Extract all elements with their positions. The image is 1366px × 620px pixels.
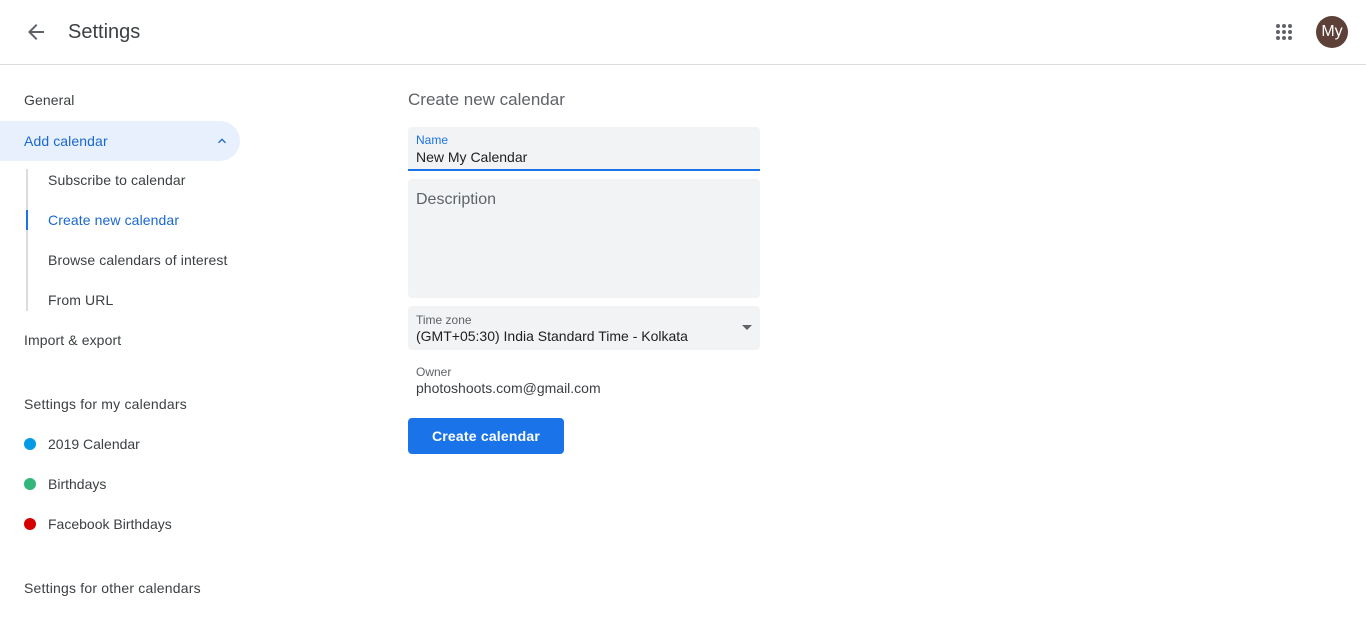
other-calendars-heading: Settings for other calendars — [24, 580, 201, 596]
chevron-up-icon — [218, 138, 226, 144]
description-placeholder: Description — [416, 191, 497, 208]
sidebar-subitem-browse[interactable]: Browse calendars of interest — [28, 240, 260, 280]
owner-value: photoshoots.com@gmail.com — [416, 380, 601, 396]
timezone-label: Time zone — [416, 313, 472, 327]
sidebar-item-label: Import & export — [24, 332, 122, 348]
caret-down-icon — [742, 325, 752, 330]
owner-label: Owner — [416, 365, 452, 379]
calendar-item-label: Facebook Birthdays — [48, 516, 172, 532]
sidebar-item-label: General — [24, 92, 75, 108]
description-field[interactable]: Description — [408, 179, 760, 298]
sidebar-subitem-label: Create new calendar — [48, 212, 180, 228]
sidebar-subitem-label: Browse calendars of interest — [48, 252, 228, 268]
name-field-label: Name — [416, 133, 449, 147]
apps-button[interactable] — [1264, 12, 1304, 52]
calendar-item-label: Birthdays — [48, 476, 107, 492]
calendar-color-dot — [24, 478, 36, 490]
calendar-item-label: 2019 Calendar — [48, 436, 140, 452]
create-calendar-button[interactable]: Create calendar — [408, 418, 564, 454]
avatar[interactable]: My — [1316, 16, 1348, 48]
name-field[interactable]: Name New My Calendar — [408, 127, 760, 171]
calendar-color-dot — [24, 438, 36, 450]
timezone-select[interactable]: Time zone (GMT+05:30) India Standard Tim… — [408, 306, 760, 350]
arrow-left-icon — [28, 24, 44, 40]
name-field-value[interactable]: New My Calendar — [416, 149, 527, 165]
back-button[interactable] — [16, 12, 56, 52]
sidebar-subitem-label: Subscribe to calendar — [48, 172, 186, 188]
my-calendars-heading: Settings for my calendars — [24, 396, 187, 412]
sidebar-item-label: Add calendar — [24, 133, 108, 149]
calendar-item-birthdays[interactable]: Birthdays — [0, 464, 240, 504]
grid-apps-icon — [1276, 24, 1292, 40]
sidebar-item-general[interactable]: General — [0, 80, 240, 120]
sidebar-subitem-subscribe[interactable]: Subscribe to calendar — [28, 160, 260, 200]
top-header: Settings My — [0, 0, 1366, 65]
sidebar-subitem-from-url[interactable]: From URL — [28, 280, 260, 320]
calendar-item-2019[interactable]: 2019 Calendar — [0, 424, 240, 464]
sidebar-subitem-create-new[interactable]: Create new calendar — [26, 200, 260, 240]
calendar-color-dot — [24, 518, 36, 530]
sidebar-item-add-calendar[interactable]: Add calendar — [0, 121, 240, 161]
timezone-value: (GMT+05:30) India Standard Time - Kolkat… — [416, 328, 688, 344]
calendar-item-facebook-birthdays[interactable]: Facebook Birthdays — [0, 504, 240, 544]
sidebar-subitem-label: From URL — [48, 292, 114, 308]
page-title: Settings — [68, 21, 141, 43]
form-title: Create new calendar — [408, 90, 565, 109]
settings-sidebar: General Add calendar Subscribe to calend… — [0, 65, 260, 620]
sidebar-item-import-export[interactable]: Import & export — [0, 320, 240, 360]
